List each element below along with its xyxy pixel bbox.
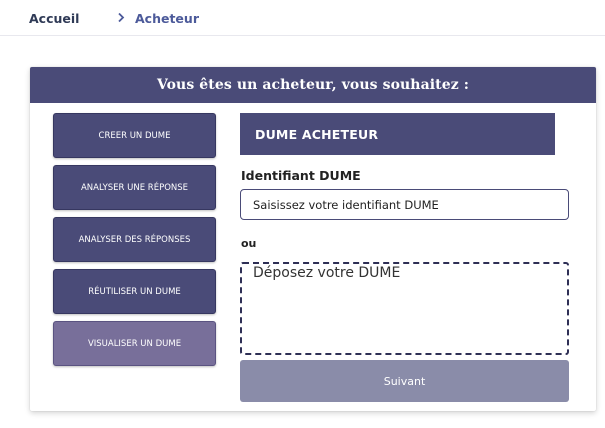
card-title: Vous êtes un acheteur, vous souhaitez : bbox=[156, 77, 470, 93]
dume-id-input[interactable] bbox=[240, 189, 569, 220]
panel-title: DUME ACHETEUR bbox=[240, 113, 555, 155]
reuse-dume-button[interactable]: RÉUTILISER UN DUME bbox=[53, 269, 216, 314]
chevron-right-icon bbox=[115, 10, 127, 24]
or-label: ou bbox=[241, 237, 257, 250]
panel-title-text: DUME ACHETEUR bbox=[255, 126, 379, 142]
breadcrumb-home-link[interactable]: Accueil bbox=[29, 11, 79, 26]
breadcrumb-current: Acheteur bbox=[135, 11, 199, 26]
dropzone-text: Déposez votre DUME bbox=[253, 265, 401, 281]
analyze-responses-button[interactable]: ANALYSER DES RÉPONSES bbox=[53, 217, 216, 262]
card-header: Vous êtes un acheteur, vous souhaitez : bbox=[30, 67, 596, 103]
breadcrumb: Accueil Acheteur bbox=[0, 0, 605, 36]
analyze-response-button[interactable]: ANALYSER UNE RÉPONSE bbox=[53, 165, 216, 210]
buyer-card: Vous êtes un acheteur, vous souhaitez : … bbox=[30, 67, 596, 411]
next-button[interactable]: Suivant bbox=[240, 360, 569, 402]
dume-id-label: Identifiant DUME bbox=[241, 168, 361, 183]
dume-dropzone[interactable]: Déposez votre DUME bbox=[240, 262, 569, 355]
create-dume-button[interactable]: CREER UN DUME bbox=[53, 113, 216, 158]
view-dume-button[interactable]: VISUALISER UN DUME bbox=[53, 321, 216, 366]
